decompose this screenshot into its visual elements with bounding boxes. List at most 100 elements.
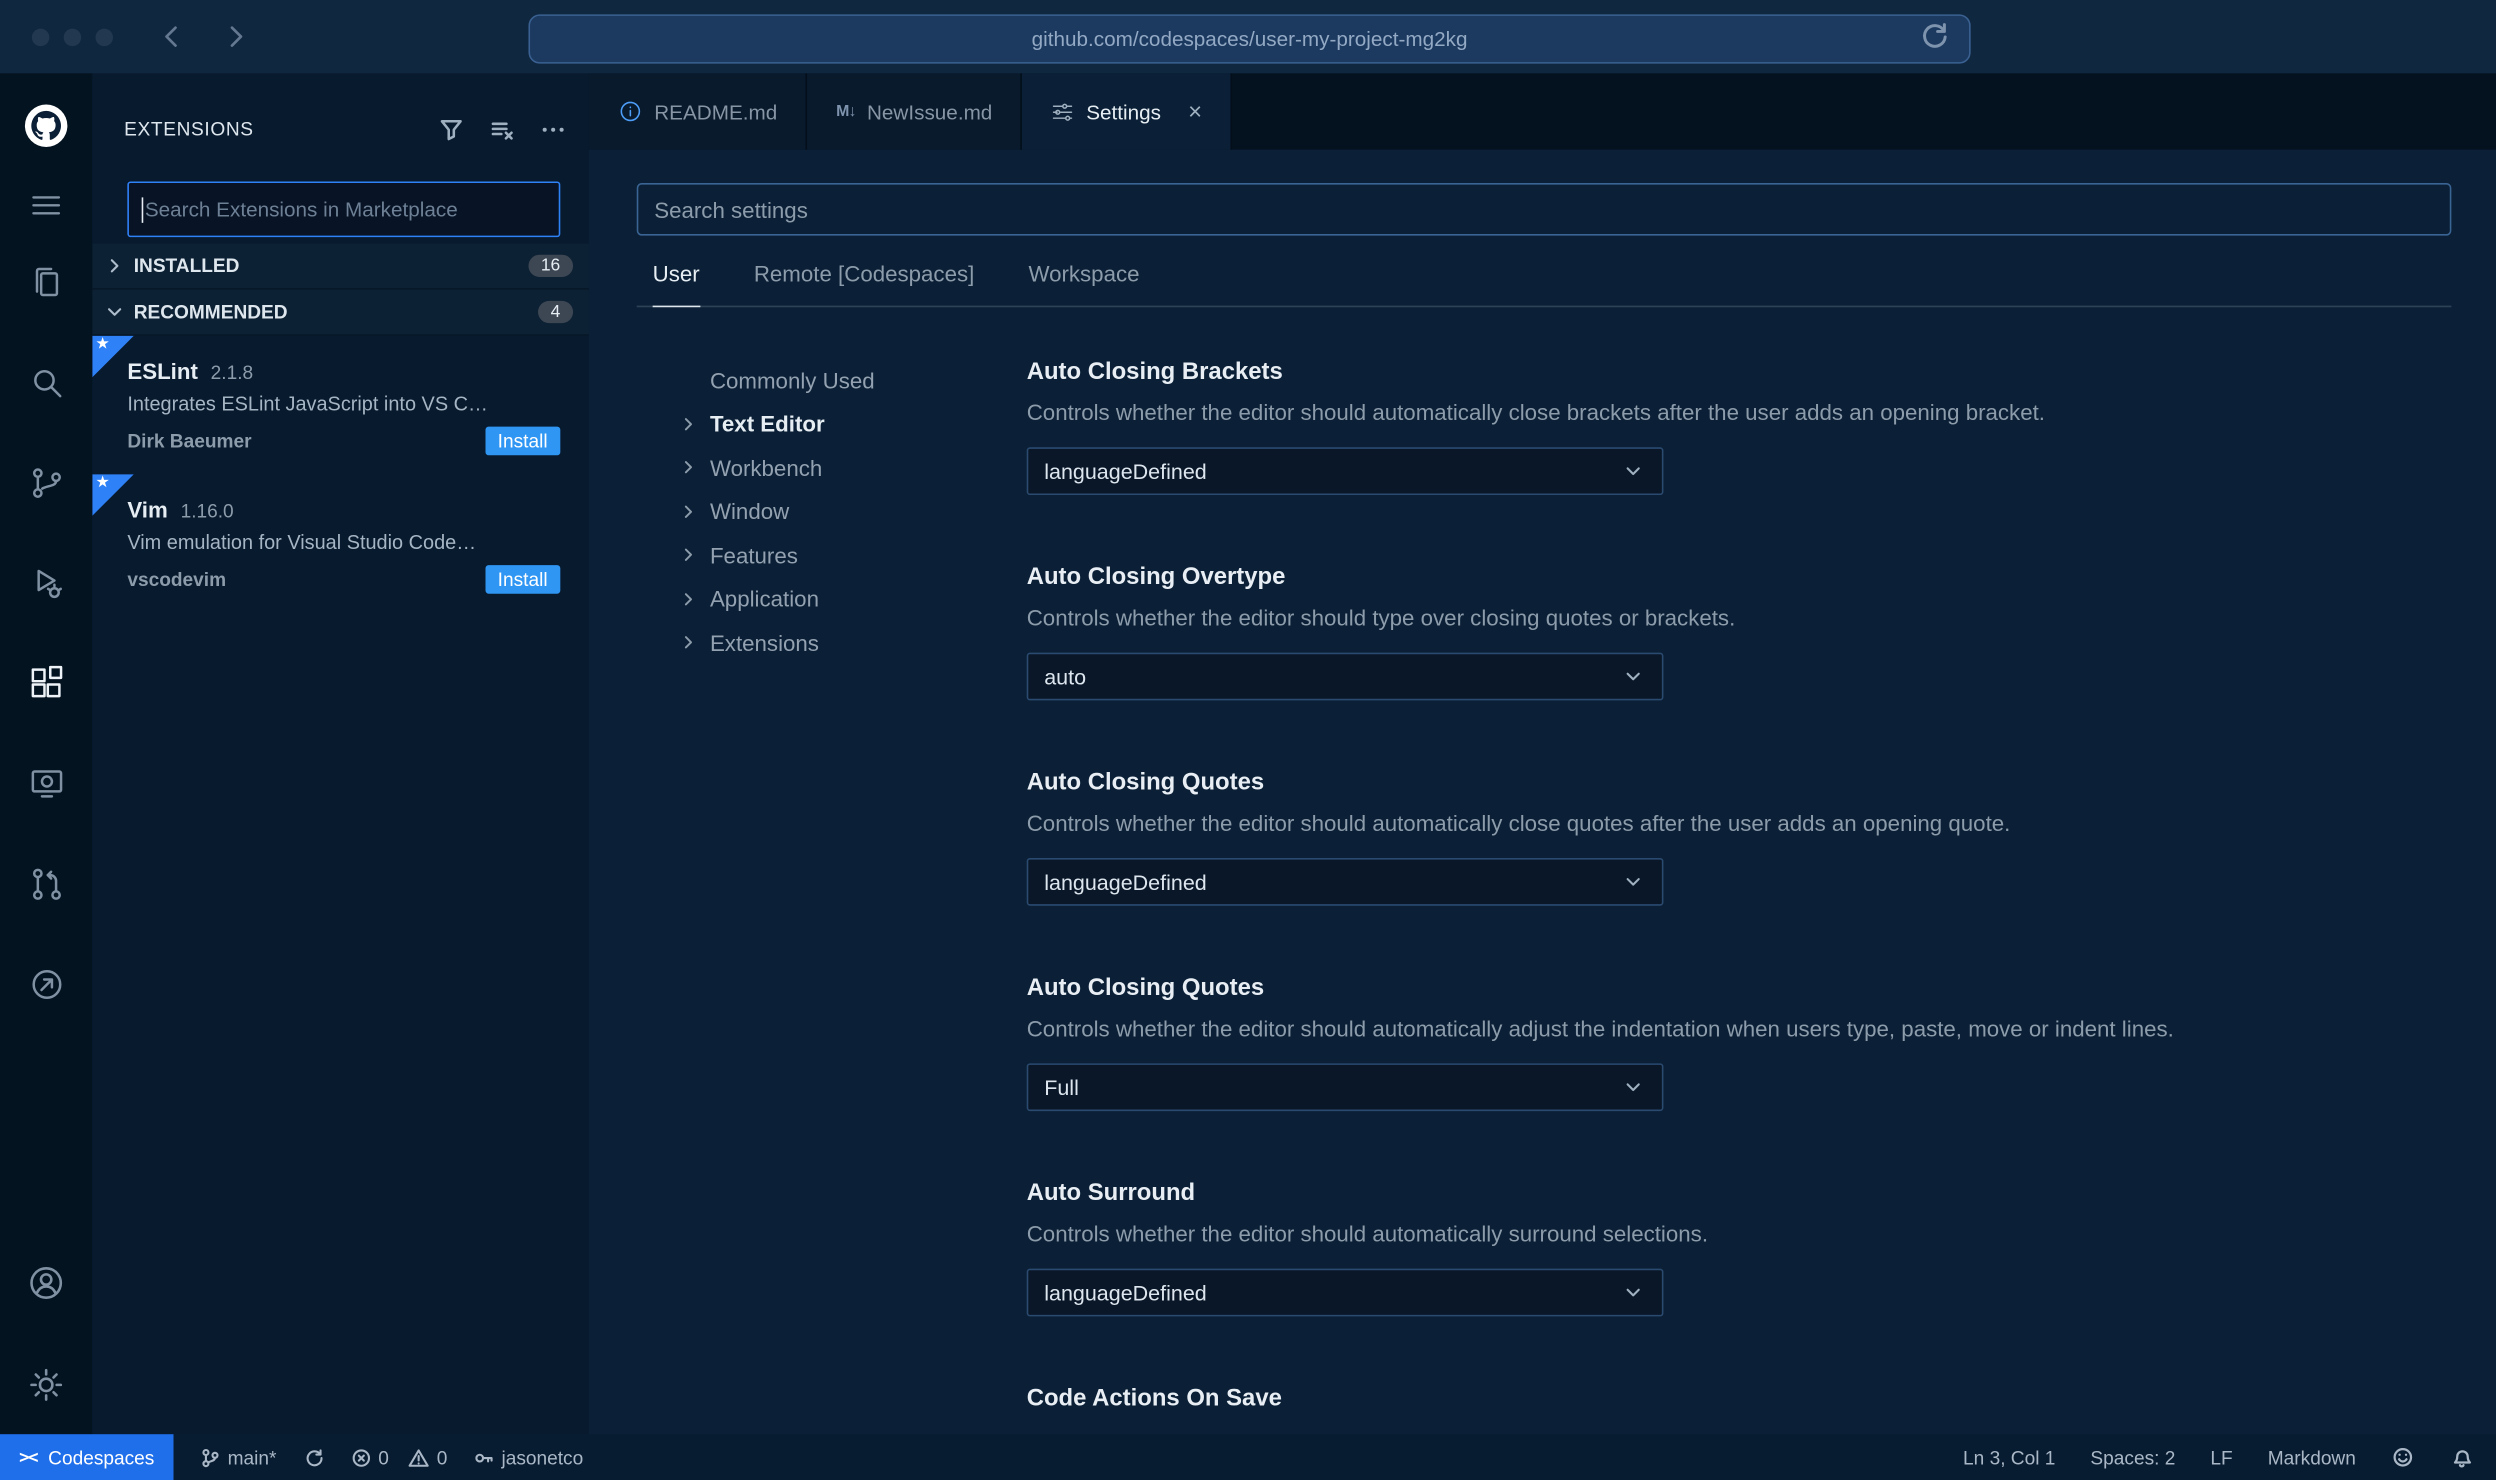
- extensions-icon[interactable]: [19, 656, 73, 710]
- section-installed[interactable]: INSTALLED 16: [92, 243, 589, 290]
- extensions-search-input[interactable]: Search Extensions in Marketplace: [127, 181, 561, 238]
- forward-button[interactable]: [218, 19, 253, 54]
- tab-bar: README.md M↓ NewIssue.md Settings ×: [588, 73, 2496, 150]
- extension-author: vscodevim: [127, 568, 227, 591]
- scope-tab-remote[interactable]: Remote [Codespaces]: [754, 261, 975, 307]
- chevron-right-icon: [675, 630, 700, 655]
- activity-bar: [0, 73, 93, 1435]
- dropdown-value: languageDefined: [1044, 459, 1207, 484]
- scope-tab-user[interactable]: User: [652, 261, 700, 308]
- close-icon[interactable]: ×: [1188, 99, 1202, 123]
- eol-sequence[interactable]: LF: [2210, 1446, 2232, 1468]
- settings-gear-icon[interactable]: [19, 1358, 73, 1412]
- window-minimize-button[interactable]: [63, 27, 82, 46]
- feedback-smiley-icon[interactable]: [2391, 1445, 2415, 1469]
- account-icon[interactable]: [19, 1256, 73, 1310]
- remote-tunnel-icon[interactable]: [19, 957, 73, 1011]
- sync-icon: [306, 1448, 323, 1466]
- install-button[interactable]: Install: [484, 426, 561, 456]
- setting-title: Auto Closing Brackets: [1026, 358, 1283, 386]
- recommended-count-badge: 4: [537, 300, 574, 324]
- setting-dropdown[interactable]: auto: [1026, 652, 1664, 701]
- extension-author: Dirk Baeumer: [127, 429, 252, 453]
- setting-item: Auto Closing Overtype Controls whether t…: [1026, 563, 2452, 701]
- warning-icon: [409, 1448, 430, 1466]
- toc-extensions[interactable]: Extensions: [637, 621, 1027, 665]
- toc-text-editor[interactable]: Text Editor: [637, 402, 1027, 446]
- codespaces-remote-button[interactable]: >< Codespaces: [0, 1434, 174, 1480]
- star-icon: ★: [95, 474, 110, 492]
- explorer-icon[interactable]: [19, 255, 73, 309]
- browser-chrome: github.com/codespaces/user-my-project-mg…: [0, 0, 2496, 74]
- settings-scope-tabs: User Remote [Codespaces] Workspace: [636, 261, 2452, 308]
- tab-readme[interactable]: README.md: [588, 73, 808, 150]
- key-icon: [475, 1452, 493, 1462]
- username: jasonetco: [501, 1446, 584, 1469]
- window-controls: [31, 27, 114, 46]
- chevron-down-icon: [1620, 458, 1645, 483]
- status-bar: >< Codespaces main* 0 0 jasonetco Ln 3, …: [0, 1434, 2496, 1480]
- scope-tab-workspace[interactable]: Workspace: [1028, 261, 1139, 307]
- settings-list: Auto Closing Brackets Controls whether t…: [1026, 358, 2452, 1434]
- extension-version: 1.16.0: [180, 499, 234, 523]
- star-icon: ★: [95, 335, 110, 354]
- setting-dropdown[interactable]: languageDefined: [1026, 1268, 1664, 1317]
- setting-dropdown[interactable]: languageDefined: [1026, 447, 1664, 496]
- markdown-icon: M↓: [836, 102, 856, 121]
- remote-explorer-icon[interactable]: [19, 756, 73, 810]
- info-icon: [618, 99, 643, 124]
- indentation[interactable]: Spaces: 2: [2090, 1446, 2175, 1468]
- pull-request-icon[interactable]: [19, 856, 73, 910]
- window-close-button[interactable]: [31, 27, 50, 46]
- setting-dropdown[interactable]: Full: [1026, 1063, 1664, 1112]
- toc-window[interactable]: Window: [637, 489, 1027, 533]
- source-control-icon[interactable]: [19, 455, 73, 509]
- chevron-right-icon: [675, 455, 700, 480]
- menu-icon[interactable]: [19, 178, 73, 232]
- search-placeholder: Search Extensions in Marketplace: [144, 197, 458, 222]
- tab-label: README.md: [654, 99, 778, 124]
- chevron-down-icon: [1620, 869, 1645, 894]
- sync-button[interactable]: [302, 1434, 324, 1480]
- search-icon[interactable]: [19, 355, 73, 409]
- problems-button[interactable]: 0 0: [350, 1434, 447, 1480]
- back-button[interactable]: [154, 19, 189, 54]
- chevron-down-icon: [1620, 1280, 1645, 1305]
- section-label: RECOMMENDED: [133, 300, 288, 324]
- toc-application[interactable]: Application: [637, 577, 1027, 621]
- toc-commonly-used[interactable]: Commonly Used: [637, 358, 1027, 402]
- run-debug-icon[interactable]: [19, 556, 73, 610]
- notifications-bell-icon[interactable]: [2450, 1445, 2474, 1469]
- extension-name: ESLint: [127, 358, 198, 384]
- extensions-sidebar: EXTENSIONS Search Extensions in Marketpl…: [92, 73, 589, 1435]
- tab-settings[interactable]: Settings ×: [1022, 73, 1233, 150]
- dropdown-value: Full: [1044, 1075, 1079, 1100]
- language-mode[interactable]: Markdown: [2268, 1446, 2356, 1468]
- clear-search-results-icon[interactable]: [487, 115, 516, 144]
- chevron-down-icon: [1620, 664, 1645, 689]
- setting-description: Controls whether the editor should type …: [1026, 604, 1736, 631]
- extension-list-item[interactable]: ★ ESLint 2.1.8 Integrates ESLint JavaScr…: [92, 335, 589, 474]
- chevron-right-icon: [675, 586, 700, 611]
- more-actions-icon[interactable]: [538, 115, 567, 144]
- branch-button[interactable]: main*: [199, 1434, 276, 1480]
- cursor-position[interactable]: Ln 3, Col 1: [1963, 1446, 2055, 1468]
- install-button[interactable]: Install: [484, 565, 561, 594]
- section-recommended[interactable]: RECOMMENDED 4: [92, 289, 589, 336]
- window-maximize-button[interactable]: [95, 27, 114, 46]
- refresh-icon[interactable]: [1918, 19, 2481, 56]
- github-logo[interactable]: [19, 99, 73, 153]
- account-status-button[interactable]: jasonetco: [473, 1434, 583, 1480]
- settings-search-input[interactable]: [636, 183, 2452, 236]
- setting-dropdown[interactable]: languageDefined: [1026, 857, 1664, 906]
- tab-newissue[interactable]: M↓ NewIssue.md: [807, 73, 1023, 150]
- toc-features[interactable]: Features: [637, 533, 1027, 577]
- extension-list-item[interactable]: ★ Vim 1.16.0 Vim emulation for Visual St…: [92, 474, 589, 612]
- toc-workbench[interactable]: Workbench: [637, 446, 1027, 490]
- error-icon: [352, 1448, 370, 1466]
- workbench: EXTENSIONS Search Extensions in Marketpl…: [0, 73, 2496, 1435]
- url-text: github.com/codespaces/user-my-project-mg…: [1031, 27, 1468, 51]
- address-bar[interactable]: github.com/codespaces/user-my-project-mg…: [528, 14, 1971, 64]
- sidebar-header: EXTENSIONS: [92, 73, 589, 143]
- filter-icon[interactable]: [436, 115, 465, 144]
